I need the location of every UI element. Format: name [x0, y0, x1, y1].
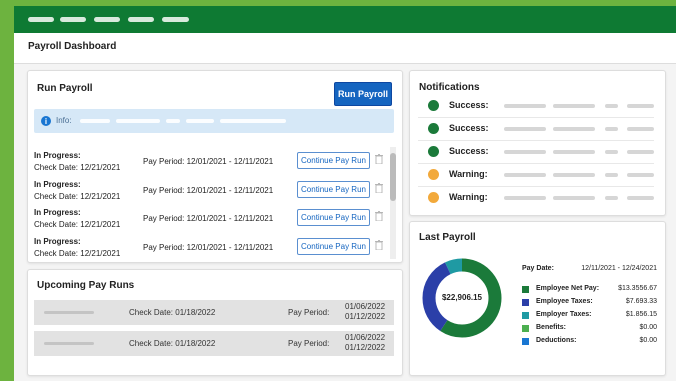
legend-value: $1.856.15	[625, 311, 657, 318]
legend-item: Deductions: $0.00	[522, 336, 657, 346]
upcoming-check-date: Check Date: 01/18/2022	[129, 339, 216, 348]
legend-item: Employee Net Pay: $13.3556.67	[522, 284, 657, 294]
success-status-icon	[428, 100, 439, 111]
legend-label: Benefits:	[536, 324, 566, 331]
upcoming-pay-runs-card: Upcoming Pay Runs Check Date: 01/18/2022…	[27, 269, 403, 376]
pay-run-status: In Progress:	[34, 180, 81, 189]
notification-label: Success:	[449, 123, 489, 133]
legend-value: $0.00	[639, 324, 657, 331]
notification-label: Success:	[449, 146, 489, 156]
legend-item: Employer Taxes: $1.856.15	[522, 310, 657, 320]
notification-item[interactable]: Warning:	[418, 187, 654, 209]
pay-run-check-date: Check Date: 12/21/2021	[34, 192, 121, 201]
legend-swatch	[522, 312, 529, 319]
notification-label: Success:	[449, 100, 489, 110]
scrollbar-thumb[interactable]	[390, 153, 396, 201]
pay-date-value: 12/11/2021 - 12/24/2021	[581, 265, 657, 272]
top-nav-bar	[14, 6, 676, 33]
notifications-title: Notifications	[419, 82, 480, 93]
page-header: Payroll Dashboard	[14, 33, 676, 64]
nav-placeholder-item[interactable]	[28, 17, 54, 22]
pay-run-row: In Progress: Check Date: 12/21/2021 Pay …	[34, 149, 386, 177]
continue-pay-run-button[interactable]: Continue Pay Run	[297, 209, 370, 226]
success-status-icon	[428, 146, 439, 157]
trash-icon[interactable]	[375, 211, 383, 221]
notifications-card: Notifications Success: Success: Success:…	[409, 70, 666, 216]
placeholder-text-bar	[80, 119, 110, 123]
pay-run-period: Pay Period: 12/01/2021 - 12/11/2021	[143, 157, 274, 166]
legend-item: Benefits: $0.00	[522, 323, 657, 333]
pay-run-status: In Progress:	[34, 208, 81, 217]
placeholder-text-bar	[220, 119, 286, 123]
trash-icon[interactable]	[375, 154, 383, 164]
notification-label: Warning:	[449, 192, 488, 202]
upcoming-check-date: Check Date: 01/18/2022	[129, 308, 216, 317]
placeholder-text-bar	[44, 311, 94, 314]
success-status-icon	[428, 123, 439, 134]
upcoming-row[interactable]: Check Date: 01/18/2022 Pay Period: 01/06…	[34, 331, 394, 356]
pay-run-row: In Progress: Check Date: 12/21/2021 Pay …	[34, 206, 386, 234]
upcoming-row[interactable]: Check Date: 01/18/2022 Pay Period: 01/06…	[34, 300, 394, 325]
info-label: Info:	[56, 116, 72, 125]
legend-label: Employer Taxes:	[536, 311, 592, 318]
run-payroll-button[interactable]: Run Payroll	[334, 82, 392, 106]
app-window: Payroll Dashboard Run Payroll Run Payrol…	[14, 6, 676, 381]
pay-run-row: In Progress: Check Date: 12/21/2021 Pay …	[34, 178, 386, 206]
info-banner: i Info:	[34, 109, 394, 133]
legend-value: $0.00	[639, 337, 657, 344]
warning-status-icon	[428, 169, 439, 180]
pay-run-check-date: Check Date: 12/21/2021	[34, 249, 121, 258]
legend-value: $7.693.33	[625, 298, 657, 305]
notification-item[interactable]: Warning:	[418, 164, 654, 187]
legend-value: $13.3556.67	[618, 285, 657, 292]
nav-placeholder-item[interactable]	[60, 17, 86, 22]
legend-swatch	[522, 338, 529, 345]
placeholder-text-bar	[44, 342, 94, 345]
pay-run-period: Pay Period: 12/01/2021 - 12/11/2021	[143, 243, 274, 252]
info-icon: i	[41, 116, 51, 126]
upcoming-pay-period-label: Pay Period:	[288, 308, 330, 317]
continue-pay-run-button[interactable]: Continue Pay Run	[297, 238, 370, 255]
upcoming-pay-period-dates: 01/06/2022 01/12/2022	[345, 333, 386, 352]
upcoming-pay-period-label: Pay Period:	[288, 339, 330, 348]
notification-label: Warning:	[449, 169, 488, 179]
last-payroll-card: Last Payroll $22,906.15 Pay Date: 12/11/…	[409, 221, 666, 376]
placeholder-text-bar	[186, 119, 214, 123]
upcoming-title: Upcoming Pay Runs	[37, 280, 135, 291]
legend-label: Employee Net Pay:	[536, 285, 600, 292]
pay-run-status: In Progress:	[34, 151, 81, 160]
legend-item: Employee Taxes: $7.693.33	[522, 297, 657, 307]
pay-date-label: Pay Date:	[522, 265, 554, 272]
run-payroll-title: Run Payroll	[37, 83, 93, 94]
legend-label: Employee Taxes:	[536, 298, 593, 305]
nav-placeholder-item[interactable]	[128, 17, 154, 22]
nav-placeholder-item[interactable]	[94, 17, 120, 22]
pay-run-period: Pay Period: 12/01/2021 - 12/11/2021	[143, 214, 274, 223]
placeholder-text-bar	[116, 119, 160, 123]
run-payroll-card: Run Payroll Run Payroll i Info: In Progr…	[27, 70, 403, 263]
legend-swatch	[522, 299, 529, 306]
legend-swatch	[522, 325, 529, 332]
notification-item[interactable]: Success:	[418, 141, 654, 164]
continue-pay-run-button[interactable]: Continue Pay Run	[297, 152, 370, 169]
nav-placeholder-item[interactable]	[162, 17, 189, 22]
notification-item[interactable]: Success:	[418, 118, 654, 141]
continue-pay-run-button[interactable]: Continue Pay Run	[297, 181, 370, 198]
legend-label: Deductions:	[536, 337, 577, 344]
notification-item[interactable]: Success:	[418, 95, 654, 118]
upcoming-pay-period-dates: 01/06/2022 01/12/2022	[345, 302, 386, 321]
placeholder-text-bar	[166, 119, 180, 123]
pay-run-status: In Progress:	[34, 237, 81, 246]
last-payroll-title: Last Payroll	[419, 232, 476, 243]
donut-total-label: $22,906.15	[441, 293, 483, 302]
pay-run-row: In Progress: Check Date: 12/21/2021 Pay …	[34, 235, 386, 263]
pay-run-check-date: Check Date: 12/21/2021	[34, 163, 121, 172]
pay-run-period: Pay Period: 12/01/2021 - 12/11/2021	[143, 186, 274, 195]
warning-status-icon	[428, 192, 439, 203]
pay-run-check-date: Check Date: 12/21/2021	[34, 220, 121, 229]
page-title: Payroll Dashboard	[28, 41, 117, 52]
trash-icon[interactable]	[375, 240, 383, 250]
legend-swatch	[522, 286, 529, 293]
trash-icon[interactable]	[375, 183, 383, 193]
